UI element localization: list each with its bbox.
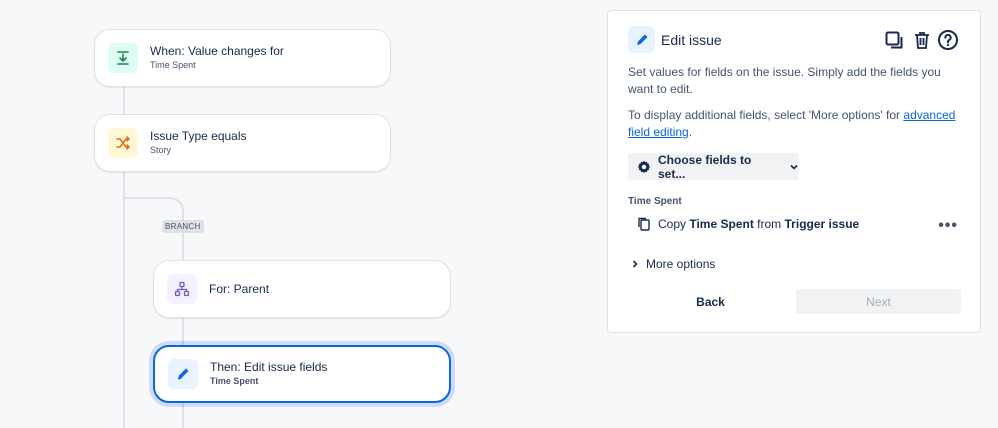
field-label: Time Spent <box>628 196 682 207</box>
action-title: Then: Edit issue fields <box>210 360 328 374</box>
condition-card[interactable]: Issue Type equals Story <box>94 114 391 172</box>
field-source: Trigger issue <box>784 217 860 231</box>
choose-fields-button[interactable]: Choose fields to set... <box>628 152 799 181</box>
branch-card[interactable]: For: Parent <box>153 260 451 318</box>
choose-fields-label: Choose fields to set... <box>658 152 752 181</box>
branch-tag: BRANCH <box>162 220 204 233</box>
more-actions-icon[interactable]: ••• <box>938 217 958 235</box>
branch-title: For: Parent <box>209 281 270 296</box>
panel-description: Set values for fields on the issue. Simp… <box>628 65 941 96</box>
condition-title: Issue Type equals <box>150 129 247 143</box>
additional-suffix: . <box>688 125 693 139</box>
help-icon[interactable] <box>936 28 960 52</box>
next-button[interactable]: Next <box>796 289 961 314</box>
additional-fields-text: To display additional fields, select 'Mo… <box>628 107 968 141</box>
hierarchy-icon <box>167 274 197 304</box>
pencil-icon <box>168 359 198 389</box>
gear-icon <box>636 159 652 175</box>
copy-word: Copy <box>658 217 687 231</box>
from-word: from <box>757 217 782 231</box>
shuffle-icon <box>108 128 138 158</box>
condition-subtitle: Story <box>150 145 172 155</box>
edit-issue-panel: Edit issue Set values for fields on the … <box>607 10 981 333</box>
duplicate-icon[interactable] <box>882 28 906 52</box>
field-name: Time Spent <box>689 217 754 231</box>
connector-line <box>182 402 184 428</box>
trigger-title: When: Value changes for <box>150 44 284 58</box>
trigger-icon <box>108 43 138 73</box>
connector-line <box>182 316 184 346</box>
connector-line <box>123 86 125 116</box>
chevron-right-icon <box>630 259 640 269</box>
trigger-card[interactable]: When: Value changes for Time Spent <box>94 29 391 87</box>
chevron-down-icon <box>789 162 799 172</box>
action-card[interactable]: Then: Edit issue fields Time Spent <box>153 345 451 403</box>
more-options-toggle[interactable]: More options <box>630 257 715 271</box>
trigger-subtitle: Time Spent <box>150 60 196 70</box>
back-button[interactable]: Back <box>628 289 793 314</box>
additional-prefix: To display additional fields, select 'Mo… <box>628 108 904 122</box>
field-copy-row: Copy Time Spent from Trigger issue <box>636 216 859 232</box>
pencil-icon <box>628 26 655 53</box>
trash-icon[interactable] <box>910 28 934 52</box>
more-options-label: More options <box>646 257 716 271</box>
panel-title: Edit issue <box>661 32 722 48</box>
action-subtitle: Time Spent <box>210 376 259 386</box>
copy-icon <box>636 216 652 232</box>
